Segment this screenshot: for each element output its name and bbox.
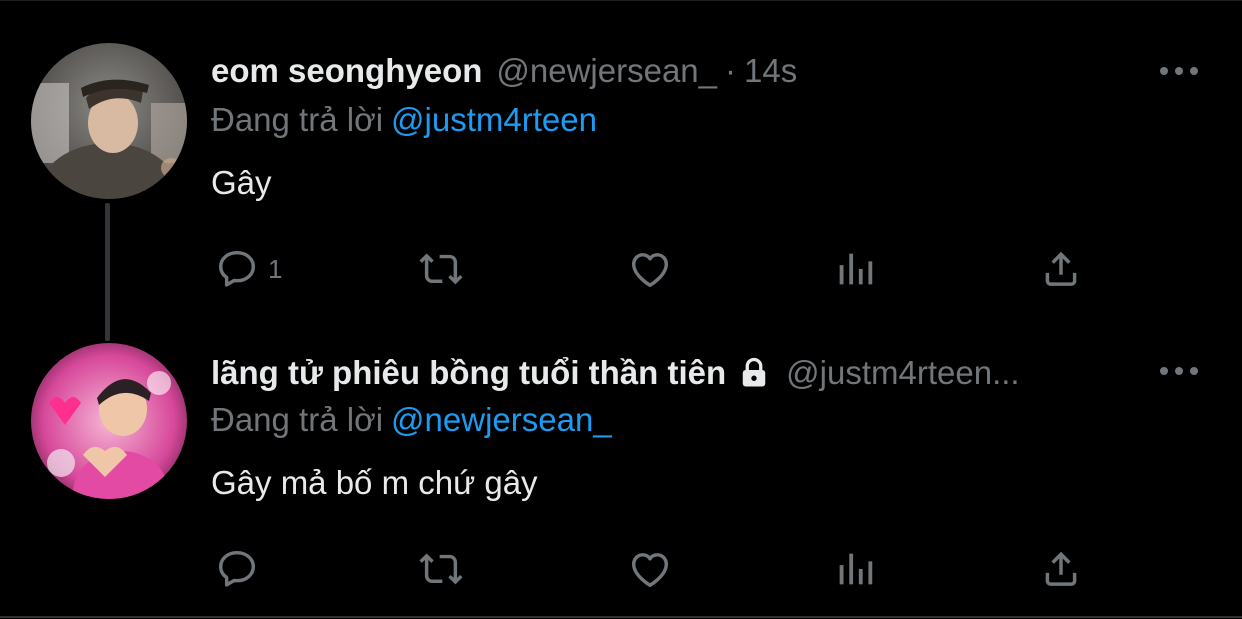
reply-bubble-icon (218, 550, 256, 587)
more-horizontal-icon[interactable] (1158, 361, 1200, 381)
user-handle[interactable]: @newjersean_ (496, 52, 717, 90)
retweet-icon (419, 553, 463, 585)
replying-to-label: Đang trả lời (211, 101, 384, 138)
analytics-bars-icon (839, 253, 873, 285)
replying-to-mention[interactable]: @newjersean_ (391, 401, 612, 438)
timestamp[interactable]: 14s (744, 52, 797, 90)
retweet-button[interactable] (418, 246, 464, 292)
views-button[interactable] (832, 546, 878, 592)
replying-to-line: Đang trả lời @justm4rteen (211, 101, 597, 139)
replying-to-label: Đang trả lời (211, 401, 384, 438)
display-name[interactable]: eom seonghyeon (211, 52, 482, 90)
avatar[interactable] (31, 343, 187, 499)
retweet-icon (419, 253, 463, 285)
share-upload-icon (1045, 251, 1077, 286)
tweet-text: Gây (211, 164, 272, 201)
reply-button[interactable]: 1 (214, 246, 282, 292)
avatar-photo (31, 343, 187, 499)
more-horizontal-icon[interactable] (1158, 61, 1200, 81)
share-upload-icon (1045, 551, 1077, 586)
heart-icon (631, 553, 669, 588)
reply-button[interactable] (214, 546, 268, 592)
reply-bubble-icon (218, 250, 256, 287)
tweet-2[interactable]: lãng tử phiêu bồng tuổi thần tiên @justm… (0, 301, 1242, 619)
views-button[interactable] (832, 246, 878, 292)
share-button[interactable] (1038, 246, 1084, 292)
replying-to-line: Đang trả lời @newjersean_ (211, 401, 612, 439)
avatar[interactable] (31, 43, 187, 199)
tweet-header: lãng tử phiêu bồng tuổi thần tiên @justm… (211, 353, 1202, 393)
lock-icon (742, 357, 766, 387)
tweet-header: eom seonghyeon @newjersean_ · 14s (211, 51, 1202, 91)
conversation-thread: eom seonghyeon @newjersean_ · 14s Đang t… (0, 0, 1242, 618)
user-handle[interactable]: @justm4rteen... (786, 354, 1019, 392)
like-button[interactable] (627, 546, 673, 592)
reply-count: 1 (268, 253, 283, 284)
retweet-button[interactable] (418, 546, 464, 592)
replying-to-mention[interactable]: @justm4rteen (391, 101, 597, 138)
display-name[interactable]: lãng tử phiêu bồng tuổi thần tiên (211, 354, 726, 392)
tweet-text: Gây mả bố m chứ gây (211, 464, 538, 501)
tweet-1[interactable]: eom seonghyeon @newjersean_ · 14s Đang t… (0, 1, 1242, 301)
separator-dot: · (725, 52, 737, 89)
like-button[interactable] (627, 246, 673, 292)
share-button[interactable] (1038, 546, 1084, 592)
heart-icon (631, 253, 669, 288)
analytics-bars-icon (839, 553, 873, 585)
avatar-photo (31, 43, 187, 199)
